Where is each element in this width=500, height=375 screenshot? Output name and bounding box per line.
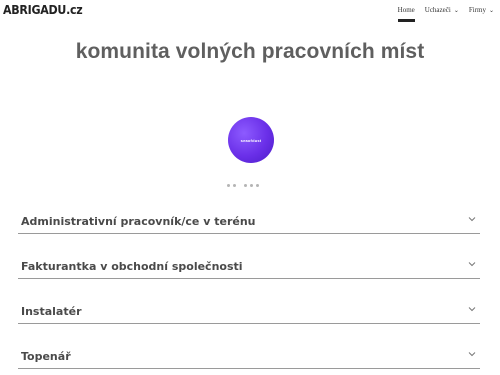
job-title: Topenář [21,350,71,363]
chevron-down-icon [468,307,476,312]
nav-firmy[interactable]: Firmy ⌄ [469,6,494,14]
chevron-down-icon [468,352,476,357]
company-logo-text: seaofdust [240,137,262,143]
carousel-dot[interactable] [256,184,259,187]
carousel-dot[interactable] [244,184,247,187]
site-logo[interactable]: ABRIGADU.cz [3,3,83,17]
job-item[interactable]: Fakturantka v obchodní společnosti [18,254,480,279]
main-nav: Home Uchazeči ⌄ Firmy ⌄ [397,6,494,22]
job-item[interactable]: Administrativní pracovník/ce v terénu [18,209,480,234]
carousel-dot[interactable] [250,184,253,187]
carousel-company-logo[interactable]: seaofdust [228,117,274,163]
nav-uchazeci-label: Uchazeči [424,6,451,14]
chevron-down-icon: ⌄ [453,7,459,14]
nav-firmy-label: Firmy [468,6,486,14]
job-title: Instalatér [21,305,82,318]
chevron-down-icon [468,217,476,222]
site-header: ABRIGADU.cz Home Uchazeči ⌄ Firmy ⌄ [0,0,500,22]
carousel-dots [227,184,259,187]
nav-home[interactable]: Home [397,6,415,22]
carousel-dot[interactable] [233,184,236,187]
job-item[interactable]: Topenář [18,344,480,369]
chevron-down-icon [468,262,476,267]
job-title: Fakturantka v obchodní společnosti [21,260,243,273]
chevron-down-icon: ⌄ [488,7,494,14]
job-title: Administrativní pracovník/ce v terénu [21,215,256,228]
page-title: komunita volných pracovních míst [75,40,425,63]
nav-uchazeci[interactable]: Uchazeči ⌄ [425,6,459,14]
job-item[interactable]: Instalatér [18,299,480,324]
nav-home-label: Home [397,6,415,14]
carousel-dot[interactable] [227,184,230,187]
